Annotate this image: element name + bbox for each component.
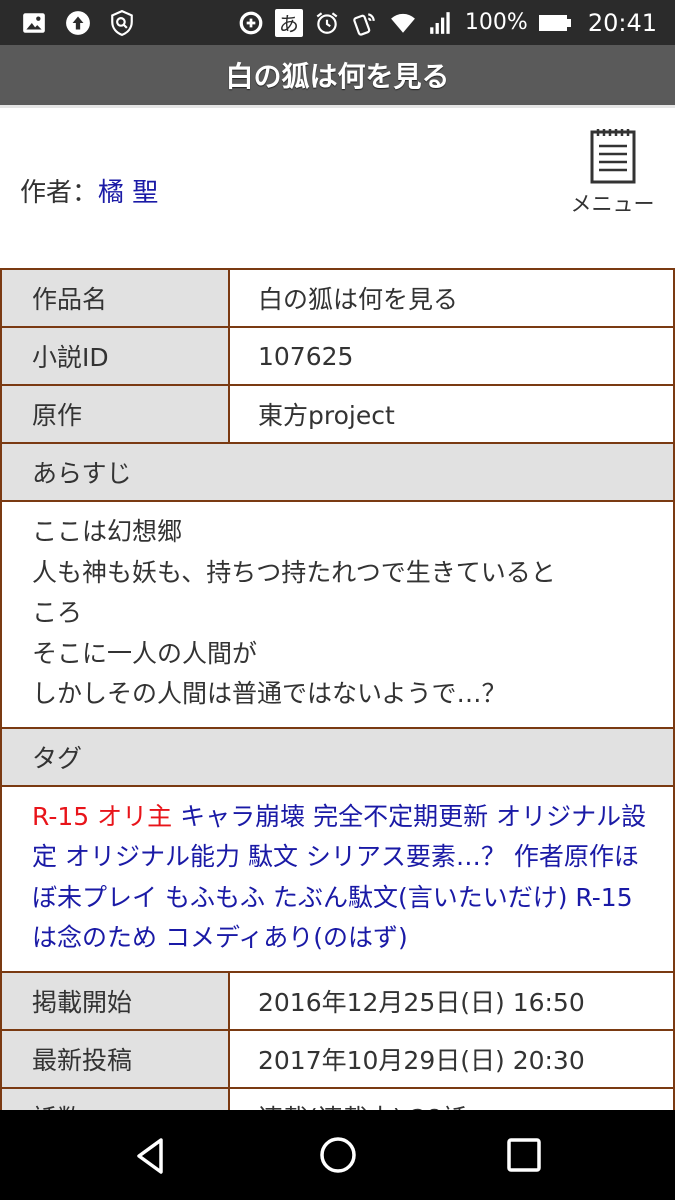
page-title-bar: 白の狐は何を見る [0, 45, 675, 105]
author-link[interactable]: 橘 聖 [98, 178, 158, 208]
tag-link[interactable]: 駄文 [248, 842, 298, 871]
notepad-icon [590, 129, 635, 184]
table-row: 作品名 白の狐は何を見る [0, 268, 675, 328]
synopsis-line: そこに一人の人間が [32, 638, 258, 668]
table-row: 掲載開始 2016年12月25日(日) 16:50 [0, 970, 675, 1031]
start-key: 掲載開始 [0, 970, 230, 1031]
tag-link[interactable]: R-15 [32, 802, 89, 831]
episodes-value: 連載(連載中) 28話 [228, 1086, 675, 1110]
battery-percent: 100% [464, 10, 528, 35]
menu-label: メニュー [570, 192, 655, 216]
table-row: 小説ID 107625 [0, 326, 675, 386]
home-icon[interactable] [318, 1135, 358, 1175]
tag-link[interactable]: オリ主 [97, 802, 172, 831]
author-label: 作者： [20, 178, 99, 208]
synopsis-line: ころ [32, 598, 83, 627]
episodes-key: 話数 [0, 1086, 230, 1110]
tag-link[interactable]: コメディあり(のはず) [165, 923, 408, 952]
latest-key: 最新投稿 [0, 1028, 230, 1089]
menu-button[interactable]: メニュー [565, 126, 660, 218]
image-icon [20, 9, 48, 37]
signal-icon [427, 9, 455, 37]
synopsis-key: あらすじ [0, 442, 675, 502]
title-link[interactable]: 白の狐は何を見る [228, 268, 675, 328]
data-saver-icon [237, 9, 265, 37]
back-icon[interactable] [131, 1136, 171, 1176]
clock: 20:41 [587, 8, 657, 37]
tags-list: R-15 オリ主 キャラ崩壊 完全不定期更新 オリジナル設定 オリジナル能力 駄… [0, 784, 675, 973]
tags-key: タグ [0, 726, 675, 787]
synopsis-line: 人も神も妖も、持ちつ持たれつで生きていると [32, 557, 556, 587]
synopsis-line: ここは幻想郷 [32, 517, 183, 546]
navigation-bar [0, 1110, 675, 1200]
status-left [0, 9, 136, 37]
synopsis-line: しかしその人間は普通ではないようで…？ [32, 679, 507, 708]
id-key: 小説ID [0, 326, 230, 386]
synopsis-text: ここは幻想郷 人も神も妖も、持ちつ持たれつで生きていると ころ そこに一人の人間… [0, 500, 675, 729]
author-line: 作者：橘 聖 [20, 172, 158, 209]
page-title: 白の狐は何を見る [225, 60, 450, 93]
title-key: 作品名 [0, 268, 230, 328]
status-right: あ 100% 20:41 [237, 8, 675, 37]
shield-search-icon [108, 9, 136, 37]
wifi-icon [389, 9, 417, 37]
novel-info-table: 作品名 白の狐は何を見る 小説ID 107625 原作 東方project あら… [0, 268, 675, 1110]
start-value: 2016年12月25日(日) 16:50 [228, 970, 675, 1031]
tag-link[interactable]: キャラ崩壊 [180, 802, 305, 831]
main-content[interactable]: 作者：橘 聖 メニュー 作品名 白の狐は何を見る 小説ID 107625 原作 … [0, 108, 675, 1110]
tag-link[interactable]: オリジナル能力 [65, 842, 240, 871]
table-row: タグ [0, 726, 675, 787]
table-row: 原作 東方project [0, 384, 675, 444]
tag-link[interactable]: もふもふ [165, 883, 265, 912]
table-row: 最新投稿 2017年10月29日(日) 20:30 [0, 1028, 675, 1089]
status-bar: あ 100% 20:41 [0, 0, 675, 45]
battery-icon [538, 9, 572, 37]
alarm-icon [313, 9, 341, 37]
tag-link[interactable]: たぶん駄文(言いたいだけ) [273, 883, 568, 912]
id-value: 107625 [228, 326, 675, 386]
original-key: 原作 [0, 384, 230, 444]
nfc-icon [351, 9, 379, 37]
recents-icon[interactable] [506, 1137, 542, 1173]
table-row: R-15 オリ主 キャラ崩壊 完全不定期更新 オリジナル設定 オリジナル能力 駄… [0, 784, 675, 973]
table-row: あらすじ [0, 442, 675, 502]
table-row: 話数 連載(連載中) 28話 [0, 1086, 675, 1110]
tag-link[interactable]: 完全不定期更新 [313, 802, 488, 831]
ime-icon: あ [274, 8, 303, 37]
upload-arrow-icon [64, 9, 92, 37]
original-link[interactable]: 東方project [228, 384, 675, 444]
latest-value: 2017年10月29日(日) 20:30 [228, 1028, 675, 1089]
tag-link[interactable]: シリアス要素…？ [306, 842, 506, 871]
table-row: ここは幻想郷 人も神も妖も、持ちつ持たれつで生きていると ころ そこに一人の人間… [0, 500, 675, 729]
